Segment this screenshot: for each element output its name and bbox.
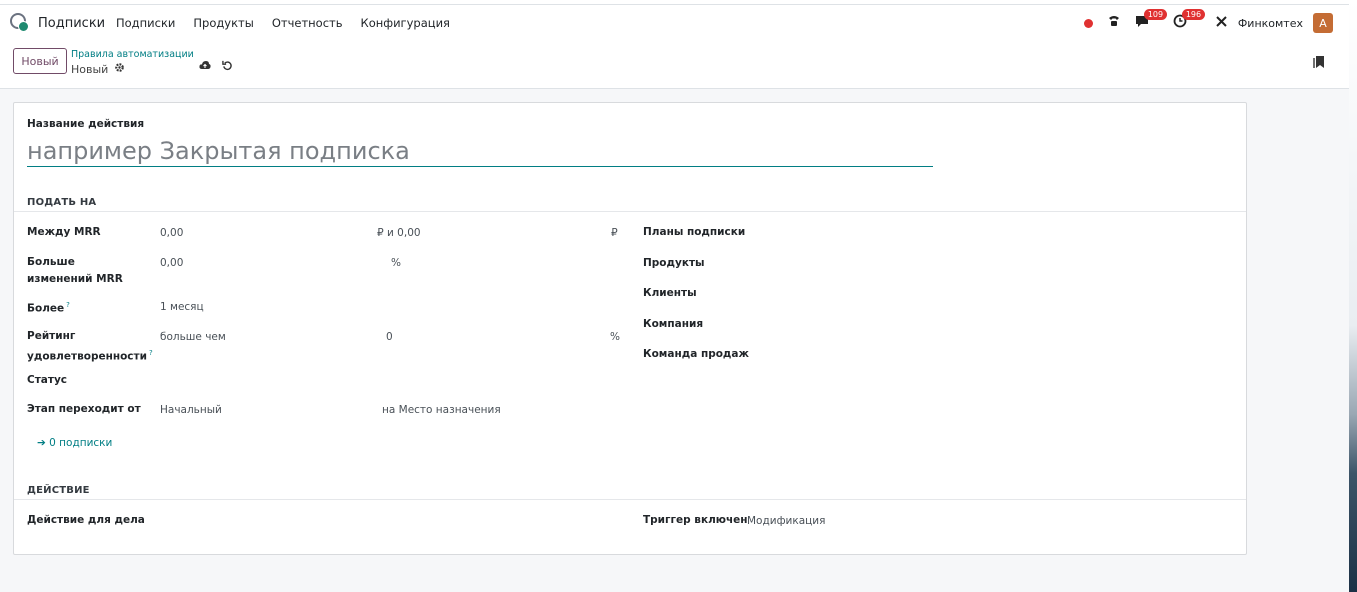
mrr-change-label: Больше изменений MRR bbox=[27, 256, 123, 285]
trigger-select[interactable]: Модификация bbox=[747, 513, 825, 530]
bookmark-icon[interactable] bbox=[1313, 55, 1325, 73]
save-cloud-icon[interactable] bbox=[199, 60, 211, 73]
mrr-to-input[interactable]: ₽ и 0,00 bbox=[377, 225, 421, 242]
help-tooltip-icon[interactable]: ? bbox=[66, 301, 70, 309]
company-label: Компания bbox=[643, 318, 704, 330]
breadcrumb-current-label: Новый bbox=[71, 62, 109, 76]
discard-undo-icon[interactable] bbox=[222, 60, 233, 74]
mrr-between-label: Между MRR bbox=[27, 226, 101, 238]
recording-indicator-icon[interactable] bbox=[1083, 18, 1093, 28]
mrr-change-input[interactable]: 0,00 bbox=[160, 255, 183, 272]
rating-unit: % bbox=[610, 331, 620, 343]
tools-icon[interactable] bbox=[1215, 15, 1228, 32]
rating-label: Рейтинг удовлетворенности? bbox=[27, 330, 153, 363]
user-avatar[interactable]: A bbox=[1313, 13, 1333, 33]
breadcrumb-automation-rules[interactable]: Правила автоматизации bbox=[71, 49, 194, 60]
status-label: Статус bbox=[27, 374, 68, 386]
top-menu: Подписки Продукты Отчетность Конфигураци… bbox=[116, 16, 450, 30]
rating-operator-select[interactable]: больше чем bbox=[160, 329, 226, 346]
mrr-change-unit: % bbox=[391, 257, 401, 269]
subscription-plans-label: Планы подписки bbox=[643, 226, 746, 238]
mrr-currency: ₽ bbox=[611, 227, 618, 239]
stage-to-select[interactable]: на Место назначения bbox=[382, 402, 501, 419]
gear-icon[interactable] bbox=[114, 62, 125, 76]
sales-team-label: Команда продаж bbox=[643, 348, 749, 360]
app-name: Подписки bbox=[38, 15, 106, 31]
activities-badge: 196 bbox=[1181, 9, 1206, 20]
section-action-title: ДЕЙСТВИЕ bbox=[27, 485, 90, 496]
breadcrumb-current: Новый bbox=[71, 62, 125, 76]
systray: 109 196 Финкомтех A bbox=[1083, 9, 1333, 34]
section-apply-divider bbox=[14, 211, 1246, 212]
trigger-label: Триггер включен bbox=[643, 514, 748, 526]
activity-action-label: Действие для дела bbox=[27, 514, 145, 526]
over-period-select[interactable]: 1 месяц bbox=[160, 299, 204, 316]
form-sheet: Название действия ПОДАТЬ НА Между MRR 0,… bbox=[13, 102, 1247, 555]
section-apply-title: ПОДАТЬ НА bbox=[27, 197, 97, 208]
menu-reporting[interactable]: Отчетность bbox=[272, 16, 343, 30]
mrr-from-input[interactable]: 0,00 bbox=[160, 225, 183, 242]
main-navbar: Подписки Подписки Продукты Отчетность Ко… bbox=[0, 5, 1349, 41]
messages-badge: 109 bbox=[1143, 9, 1168, 20]
messages-icon[interactable]: 109 bbox=[1135, 9, 1168, 32]
control-panel: Новый Правила автоматизации Новый bbox=[0, 41, 1349, 89]
menu-products[interactable]: Продукты bbox=[193, 16, 253, 30]
subscriptions-app-icon bbox=[10, 13, 30, 33]
menu-subscriptions[interactable]: Подписки bbox=[116, 16, 175, 30]
company-switcher[interactable]: Финкомтех bbox=[1238, 17, 1303, 30]
stage-from-select[interactable]: Начальный bbox=[160, 402, 222, 419]
subscriptions-link[interactable]: ➔ 0 подписки bbox=[37, 437, 112, 449]
desktop-background-edge bbox=[1349, 0, 1357, 592]
section-action-divider bbox=[14, 499, 1246, 500]
new-button[interactable]: Новый bbox=[13, 48, 67, 74]
help-tooltip-icon[interactable]: ? bbox=[149, 349, 153, 357]
app-brand[interactable]: Подписки bbox=[10, 13, 105, 33]
customers-label: Клиенты bbox=[643, 287, 697, 299]
products-label: Продукты bbox=[643, 257, 705, 269]
phone-icon[interactable] bbox=[1107, 14, 1121, 32]
over-period-label: Более? bbox=[27, 301, 70, 315]
rating-value-input[interactable]: 0 bbox=[386, 329, 393, 346]
action-name-input[interactable] bbox=[27, 135, 933, 167]
menu-configuration[interactable]: Конфигурация bbox=[361, 16, 450, 30]
action-name-label: Название действия bbox=[27, 118, 145, 130]
activities-clock-icon[interactable]: 196 bbox=[1173, 9, 1206, 32]
stage-from-label: Этап переходит от bbox=[27, 403, 141, 415]
